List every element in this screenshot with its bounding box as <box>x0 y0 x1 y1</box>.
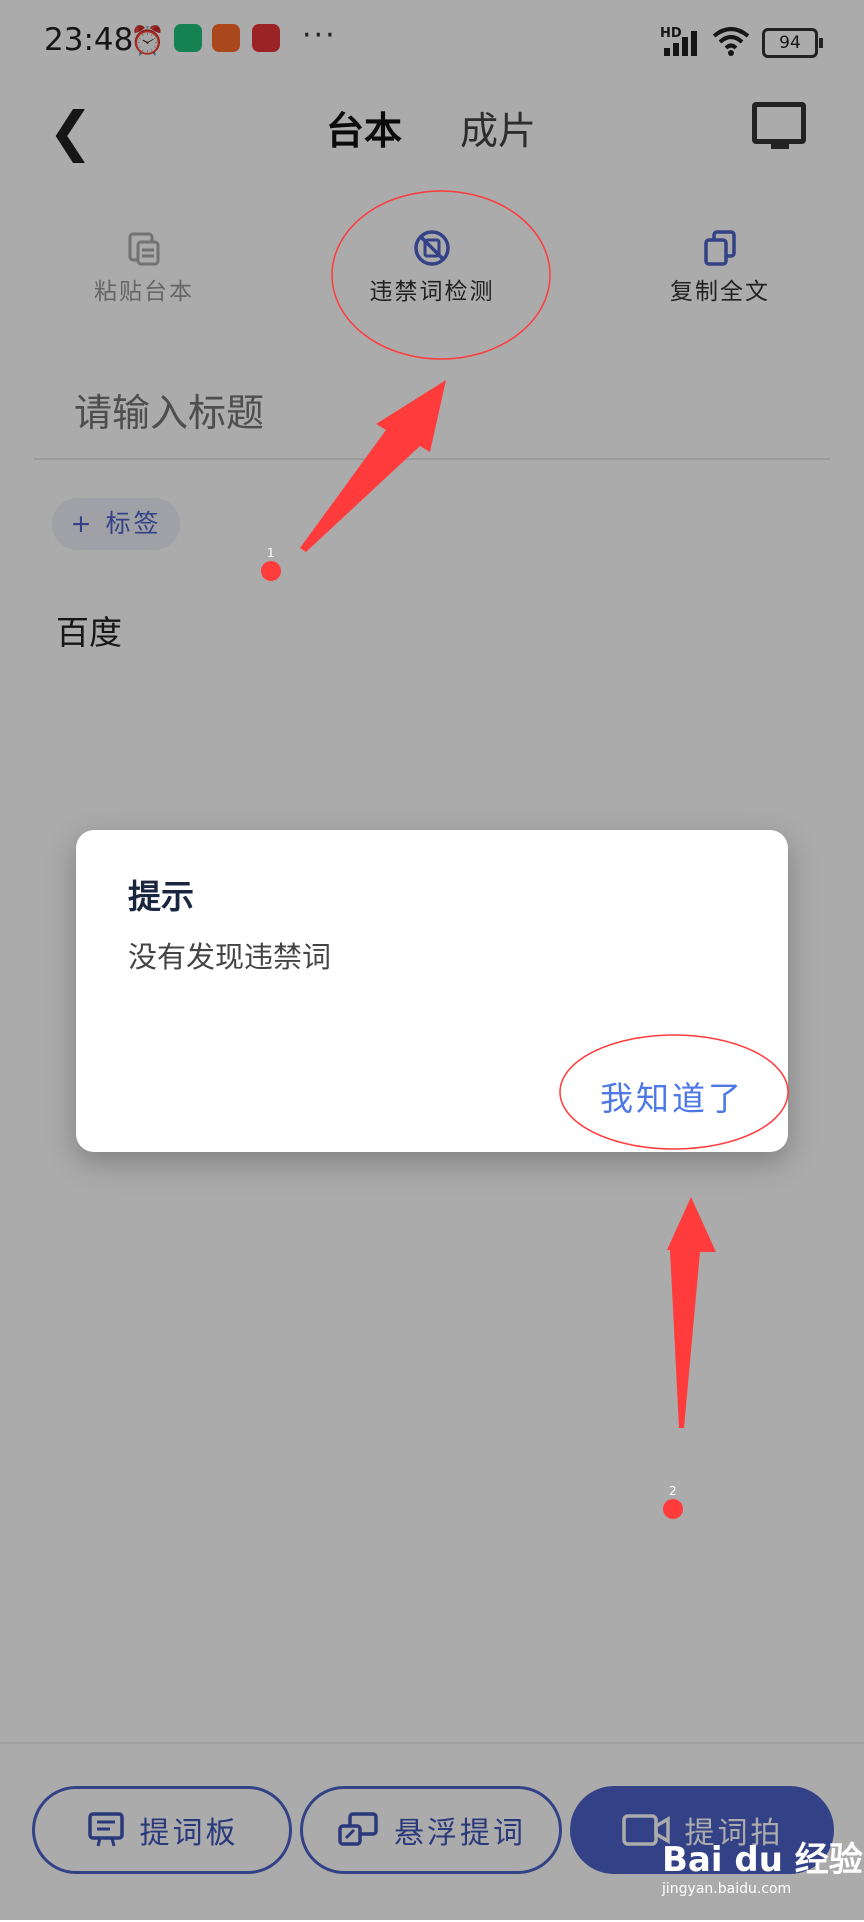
watermark-brand: Bai du 经验 <box>662 1840 863 1880</box>
watermark-url: jingyan.baidu.com <box>662 1881 792 1897</box>
dialog-title: 提示 <box>128 877 194 916</box>
dialog-message: 没有发现违禁词 <box>128 940 332 974</box>
app-screen: 23:48 ⏰ ··· HD 94 ❮ 台本 成片 粘贴台本 违禁词检测 复制全… <box>0 0 864 1922</box>
acknowledge-button[interactable]: 我知道了 <box>600 1072 744 1120</box>
alert-dialog: 提示 没有发现违禁词 我知道了 <box>76 830 788 1152</box>
baidu-watermark: Bai du 经验 jingyan.baidu.com <box>662 1832 863 1897</box>
